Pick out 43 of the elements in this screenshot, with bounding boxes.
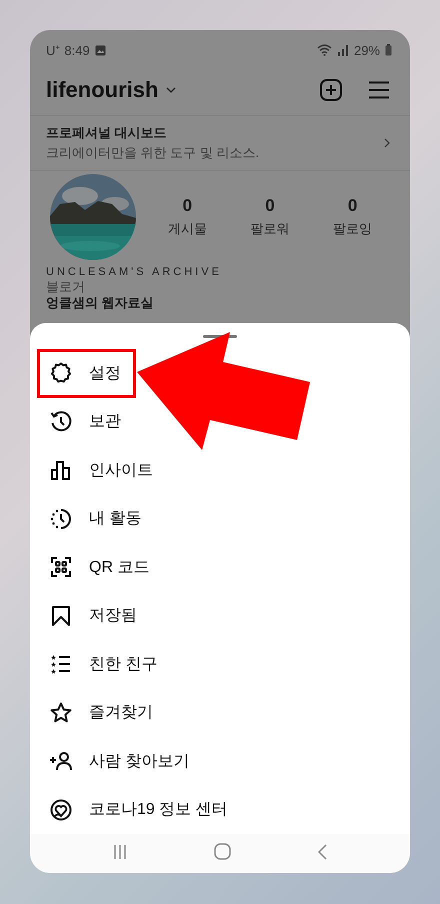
qr-code-icon xyxy=(49,555,73,580)
carrier-label: U⁺ xyxy=(46,42,60,59)
heart-circle-icon xyxy=(49,798,73,822)
wifi-icon xyxy=(316,44,332,56)
bookmark-icon xyxy=(49,604,73,628)
menu-item[interactable]: 보관 xyxy=(37,398,136,446)
status-time: 8:49 xyxy=(64,42,90,58)
dashboard-link[interactable]: 프로페셔널 대시보드 크리에이터만을 위한 도구 및 리소스. xyxy=(30,115,410,171)
chevron-down-icon[interactable] xyxy=(166,87,176,93)
chevron-right-icon xyxy=(384,138,390,148)
stat-label: 팔로워 xyxy=(250,220,290,238)
menu-item[interactable]: 코로나19 정보 센터 xyxy=(37,786,243,834)
menu-item[interactable]: 설정 xyxy=(37,349,136,398)
stat-label: 게시물 xyxy=(168,220,207,238)
menu-item[interactable]: 사람 찾아보기 xyxy=(37,737,204,786)
stat-count: 0 xyxy=(182,196,192,216)
menu-item[interactable]: QR 코드 xyxy=(37,543,164,592)
stat-count: 0 xyxy=(265,196,275,216)
menu-item[interactable]: 즐겨찾기 xyxy=(37,688,168,738)
home-icon[interactable] xyxy=(214,843,231,860)
category-label: 블로거 xyxy=(46,280,86,295)
display-name: UNCLESAM'S ARCHIVE xyxy=(46,266,223,279)
bio-text: 엉클샘의 웹자료실 xyxy=(46,296,155,311)
battery-icon xyxy=(385,44,392,56)
image-icon xyxy=(94,44,106,56)
signal-icon xyxy=(336,44,349,56)
menu-item[interactable]: 저장됨 xyxy=(37,592,152,640)
back-icon[interactable] xyxy=(318,844,327,860)
menu-icon[interactable] xyxy=(368,81,390,99)
add-icon[interactable] xyxy=(320,79,342,101)
stat-count: 0 xyxy=(348,196,358,216)
bar-chart-icon xyxy=(49,458,73,482)
stat-label: 팔로잉 xyxy=(333,220,372,238)
settings-icon xyxy=(49,361,73,386)
star-icon xyxy=(49,700,73,725)
battery-percent: 29% xyxy=(354,42,380,58)
menu-item[interactable]: 내 활동 xyxy=(37,494,156,544)
menu-item[interactable]: 친한 친구 xyxy=(37,640,172,689)
clock-icon xyxy=(49,506,73,531)
history-icon xyxy=(49,410,73,434)
account-switcher[interactable]: lifenourish xyxy=(46,77,158,103)
recent-apps-icon[interactable] xyxy=(113,844,128,860)
menu-item[interactable]: 인사이트 xyxy=(37,446,168,495)
